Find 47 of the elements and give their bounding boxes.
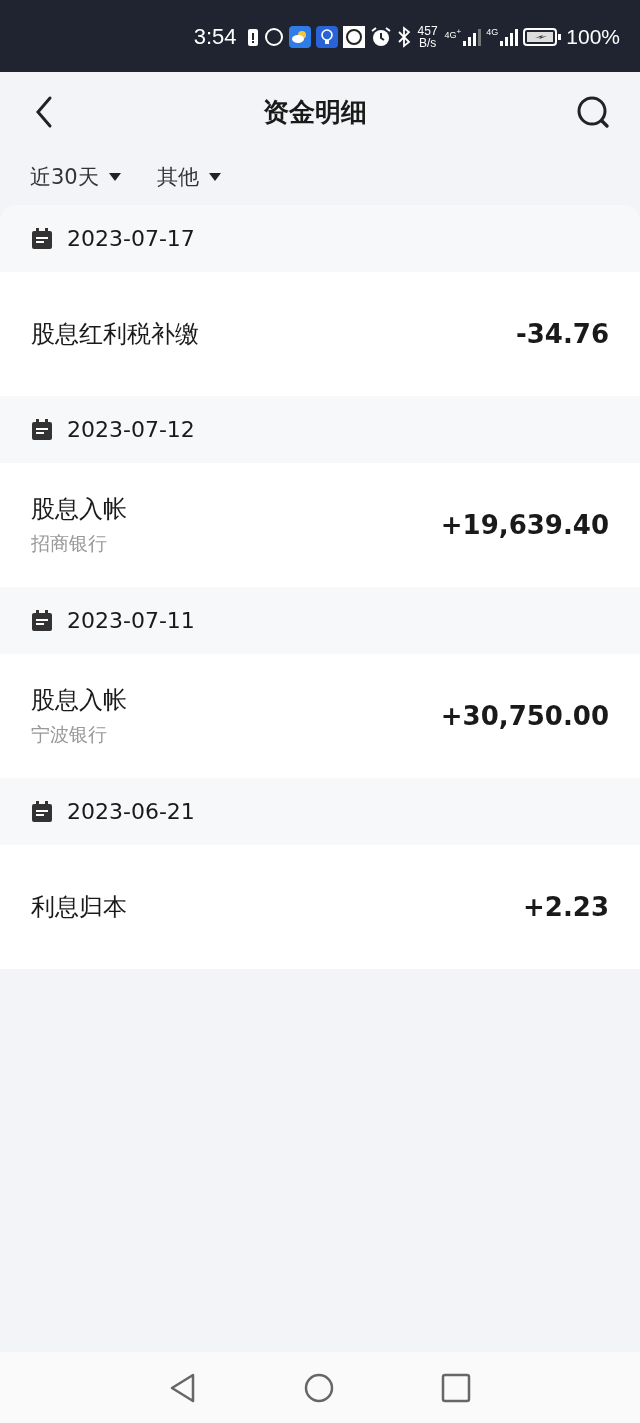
recent-apps-icon[interactable] xyxy=(441,1372,471,1403)
circle-icon xyxy=(263,27,284,47)
bank-name: 宁波银行 xyxy=(31,722,108,747)
home-icon[interactable] xyxy=(303,1371,335,1404)
battery-alert-icon xyxy=(246,27,259,47)
calendar-icon xyxy=(31,800,53,823)
date-label: 2023-07-12 xyxy=(67,417,195,442)
date-label: 2023-06-21 xyxy=(67,799,195,824)
network-type: 4G xyxy=(486,27,499,37)
transaction-row[interactable]: 股息入帐 招商银行 +19,639.40 xyxy=(0,463,640,587)
transaction-title: 股息入帐 xyxy=(31,494,127,525)
amount: -34.76 xyxy=(515,319,609,349)
bulb-app-icon xyxy=(315,26,338,48)
clock-time: 3:54 xyxy=(193,24,237,50)
amount: +19,639.40 xyxy=(440,510,609,540)
battery-charging-icon xyxy=(523,27,562,47)
amount: +30,750.00 xyxy=(440,701,609,731)
filter-dropdown[interactable]: 其他 xyxy=(156,163,221,191)
signal-icon xyxy=(463,27,482,47)
search-icon[interactable] xyxy=(576,95,610,129)
transaction-row[interactable]: 利息归本 +2.23 xyxy=(0,845,640,969)
bluetooth-icon xyxy=(396,26,411,48)
net-speed: 457 xyxy=(417,25,438,37)
caret-icon xyxy=(208,173,221,181)
signal-icon xyxy=(500,27,519,47)
transaction-title: 股息入帐 xyxy=(31,685,127,716)
amount: +2.23 xyxy=(523,892,609,922)
date-label: 2023-07-17 xyxy=(67,226,195,251)
filter-dropdown[interactable]: 近30天 xyxy=(30,163,121,191)
calendar-icon xyxy=(31,609,53,632)
date-label: 2023-07-11 xyxy=(67,608,195,633)
transaction-row[interactable]: 股息入帐 宁波银行 +30,750.00 xyxy=(0,654,640,778)
transaction-title: 股息红利税补缴 xyxy=(31,319,199,350)
weather-app-icon xyxy=(288,26,311,48)
network-type: 4G$^{+}$ xyxy=(444,27,462,40)
net-speed-unit: B/s xyxy=(418,37,437,49)
page-title: 资金明细 xyxy=(263,95,367,129)
caret-icon xyxy=(108,173,121,181)
app-icon xyxy=(342,26,365,48)
transaction-row[interactable]: 股息红利税补缴 -34.76 xyxy=(0,272,640,396)
calendar-icon xyxy=(31,227,53,250)
back-icon[interactable] xyxy=(34,95,54,129)
bank-name: 招商银行 xyxy=(31,531,108,556)
transaction-title: 利息归本 xyxy=(31,892,127,923)
battery-percent: 100% xyxy=(566,25,620,49)
calendar-icon xyxy=(31,418,53,441)
alarm-icon xyxy=(369,26,392,48)
